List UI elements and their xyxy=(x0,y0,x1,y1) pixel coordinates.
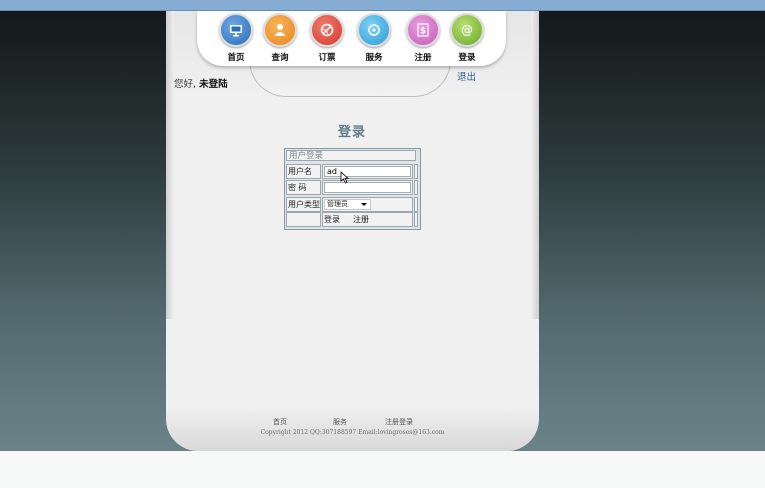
svg-text:@: @ xyxy=(461,23,473,37)
dollar-icon: $ xyxy=(406,13,440,47)
table-cell xyxy=(286,212,321,227)
table-cell xyxy=(414,212,418,227)
nav-item-home[interactable]: 首页 xyxy=(216,13,256,63)
table-cell xyxy=(414,197,418,212)
disc-icon xyxy=(357,13,391,47)
footer-links: 首页 服务 注册登录 xyxy=(166,417,539,427)
usertype-row: 用户类型 管理员 xyxy=(286,197,418,212)
username-cell xyxy=(322,164,413,179)
footer-link-home[interactable]: 首页 xyxy=(273,417,287,427)
nav-label-service: 服务 xyxy=(365,53,383,63)
usertype-selected: 管理员 xyxy=(327,200,348,208)
username-input[interactable] xyxy=(324,166,411,177)
ball-icon xyxy=(310,13,344,47)
password-input[interactable] xyxy=(324,182,411,193)
login-submit-button[interactable]: 登录 xyxy=(324,214,340,226)
greeting-prefix: 您好, xyxy=(174,79,197,90)
nav-item-login[interactable]: @ 登录 xyxy=(447,13,487,63)
copyright: Copyright 2012 QQ:307188597 Email:loving… xyxy=(260,429,445,436)
actions-row: 登录 注册 xyxy=(286,212,418,227)
footer-link-service[interactable]: 服务 xyxy=(333,417,347,427)
panel-right-edge xyxy=(531,11,539,319)
mouse-cursor-icon xyxy=(340,171,349,184)
nav-label-query: 查询 xyxy=(271,53,289,63)
footer-link-register-login[interactable]: 注册登录 xyxy=(385,417,413,427)
usertype-select[interactable]: 管理员 xyxy=(324,199,371,210)
register-button[interactable]: 注册 xyxy=(353,214,369,226)
greeting: 您好, 未登陆 xyxy=(174,76,228,90)
greeting-user: 未登陆 xyxy=(199,79,228,90)
password-cell xyxy=(322,180,413,195)
nav-item-query[interactable]: 查询 xyxy=(260,13,300,63)
at-icon: @ xyxy=(450,13,484,47)
table-cell xyxy=(414,164,418,179)
person-icon xyxy=(263,13,297,47)
usertype-cell: 管理员 xyxy=(322,197,413,212)
top-bar xyxy=(0,0,765,11)
username-label: 用户名 xyxy=(286,164,321,179)
monitor-icon xyxy=(219,13,253,47)
login-table: 用户登录 用户名 密 码 用户类型 管理员 登录 注册 xyxy=(284,148,421,230)
actions-cell: 登录 注册 xyxy=(322,212,413,227)
nav-label-home: 首页 xyxy=(227,53,245,63)
panel-left-edge xyxy=(166,11,174,319)
nav-item-booking[interactable]: 订票 xyxy=(307,13,347,63)
nav-item-register[interactable]: $ 注册 xyxy=(403,13,443,63)
page-bottom-area xyxy=(0,451,765,488)
nav-label-login: 登录 xyxy=(458,53,476,63)
username-row: 用户名 xyxy=(286,164,418,179)
nav-item-service[interactable]: 服务 xyxy=(354,13,394,63)
nav-label-register: 注册 xyxy=(414,53,432,63)
password-row: 密 码 xyxy=(286,180,418,195)
password-label: 密 码 xyxy=(286,180,321,195)
usertype-label: 用户类型 xyxy=(286,197,321,212)
login-table-header: 用户登录 xyxy=(286,150,416,161)
logout-link[interactable]: 退出 xyxy=(457,69,476,83)
chevron-down-icon xyxy=(361,203,367,206)
page-title: 登录 xyxy=(337,125,366,140)
nav-label-booking: 订票 xyxy=(318,53,336,63)
svg-text:$: $ xyxy=(420,27,426,37)
table-cell xyxy=(414,180,418,195)
